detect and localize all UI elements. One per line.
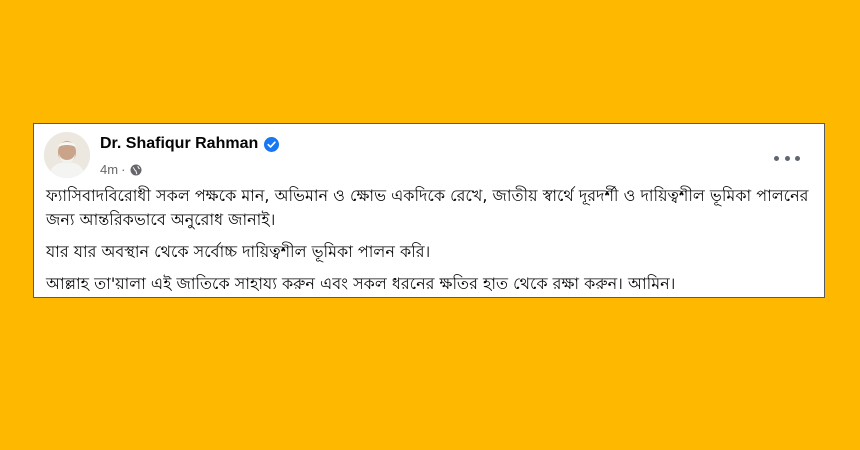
more-dot-icon (784, 155, 790, 161)
post-timestamp[interactable]: 4m (100, 162, 118, 177)
author-name[interactable]: Dr. Shafiqur Rahman (100, 135, 258, 153)
verified-badge-icon (264, 136, 280, 152)
post-paragraph-3: আল্লাহ তা'য়ালা এই জাতিকে সাহায্য করুন এ… (46, 274, 676, 293)
post-meta: 4m · (100, 162, 142, 177)
globe-icon[interactable] (130, 164, 142, 176)
author-avatar[interactable] (44, 132, 90, 178)
more-options-icon[interactable] (774, 152, 800, 164)
author-name-line: Dr. Shafiqur Rahman (100, 135, 280, 153)
post-header: Dr. Shafiqur Rahman 4m · (44, 132, 814, 182)
post-paragraph-1: ফ্যাসিবাদবিরোধী সকল পক্ষকে মান, অভিমান ও… (46, 186, 809, 229)
more-dot-icon (795, 155, 800, 161)
facebook-post-card: Dr. Shafiqur Rahman 4m · ফ্যাসিবাদবিরোধী… (33, 123, 825, 298)
post-body: ফ্যাসিবাদবিরোধী সকল পক্ষকে মান, অভিমান ও… (46, 184, 816, 304)
meta-separator: · (121, 162, 126, 177)
post-paragraph-2: যার যার অবস্থান থেকে সর্বোচ্চ দায়িত্বশী… (46, 242, 431, 261)
more-dot-icon (774, 155, 779, 161)
